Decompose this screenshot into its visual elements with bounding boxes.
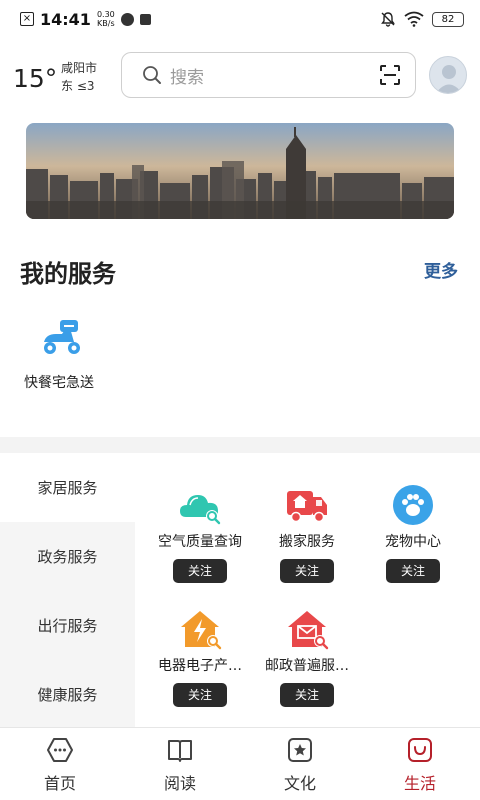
close-notification-icon: ×: [20, 12, 34, 26]
header: 15° 咸阳市 东 ≤3 搜索: [0, 48, 480, 104]
service-pet-center[interactable]: 宠物中心 关注: [358, 483, 468, 583]
search-bar[interactable]: 搜索: [121, 52, 416, 98]
life-smile-icon: [408, 738, 432, 762]
category-label: 政务服务: [37, 548, 98, 566]
category-label: 健康服务: [37, 686, 98, 704]
delivery-service-label[interactable]: 快餐宅急送: [24, 372, 94, 392]
nav-label: 首页: [43, 774, 76, 793]
category-health-services[interactable]: 健康服务: [0, 660, 135, 729]
nav-life[interactable]: 生活: [360, 736, 480, 794]
follow-button[interactable]: 关注: [386, 559, 440, 583]
book-icon: [168, 740, 192, 762]
follow-button[interactable]: 关注: [173, 559, 227, 583]
power-house-icon: [181, 611, 222, 650]
service-air-quality[interactable]: 空气质量查询 关注: [145, 483, 255, 583]
service-label: 邮政普遍服…: [265, 658, 349, 674]
avatar[interactable]: [429, 56, 467, 94]
service-label: 搬家服务: [279, 534, 335, 550]
paw-icon: [393, 485, 433, 525]
follow-button[interactable]: 关注: [280, 683, 334, 707]
bottom-navigation: 首页 阅读 文化 生活: [0, 727, 480, 800]
delivery-scooter-icon[interactable]: [40, 318, 84, 356]
city-banner[interactable]: [26, 123, 454, 219]
nav-culture[interactable]: 文化: [240, 736, 360, 794]
weather-wind[interactable]: 东 ≤3: [61, 77, 95, 94]
service-postal[interactable]: 邮政普遍服… 关注: [252, 607, 362, 707]
silent-bell-icon: [381, 12, 395, 27]
follow-button[interactable]: 关注: [173, 683, 227, 707]
nav-home[interactable]: 首页: [0, 736, 120, 794]
nav-label: 文化: [283, 774, 316, 793]
category-sidebar: 家居服务 政务服务 出行服务 健康服务: [0, 453, 135, 729]
category-label: 出行服务: [37, 617, 98, 635]
network-speed-value: 0.30: [96, 10, 115, 19]
weather-temperature[interactable]: 15°: [13, 64, 57, 93]
user-avatar-icon: [436, 65, 462, 93]
my-services-title: 我的服务: [20, 260, 116, 288]
battery-indicator: 82: [432, 11, 464, 27]
nav-label: 生活: [403, 774, 436, 793]
section-divider: [0, 437, 480, 453]
search-placeholder[interactable]: 搜索: [170, 63, 204, 88]
mail-house-icon: [288, 611, 329, 650]
cloud-search-icon: [180, 495, 221, 525]
nav-reading[interactable]: 阅读: [120, 736, 240, 794]
category-travel-services[interactable]: 出行服务: [0, 591, 135, 660]
search-icon: [143, 66, 161, 84]
network-speed-unit: KB/s: [97, 19, 115, 28]
service-moving[interactable]: 搬家服务 关注: [252, 483, 362, 583]
category-label: 家居服务: [37, 479, 98, 497]
home-hexagon-icon: [47, 738, 73, 762]
service-label: 电器电子产…: [158, 658, 242, 674]
nav-label: 阅读: [163, 774, 196, 793]
app-notification-icon: [120, 12, 134, 26]
category-government-services[interactable]: 政务服务: [0, 522, 135, 591]
service-label: 空气质量查询: [158, 534, 242, 550]
category-home-services[interactable]: 家居服务: [0, 453, 135, 522]
clock: 14:41: [40, 9, 91, 29]
wifi-icon: [404, 11, 424, 27]
star-frame-icon: [288, 738, 312, 762]
city-skyline-image: [26, 123, 454, 219]
follow-button[interactable]: 关注: [280, 559, 334, 583]
more-services-link[interactable]: 更多: [424, 257, 458, 282]
app-square-icon: [139, 13, 151, 25]
network-speed: 0.30 KB/s: [97, 10, 115, 28]
service-label: 宠物中心: [385, 534, 441, 550]
moving-truck-icon: [287, 491, 327, 523]
service-grid: 空气质量查询 关注 搬家服务 关注 宠物中心 关注 电器电子产… 关注 邮政普遍…: [135, 453, 480, 728]
status-bar: × 14:41 0.30 KB/s 82: [0, 0, 480, 38]
service-appliance-recycling[interactable]: 电器电子产… 关注: [145, 607, 255, 707]
scan-icon[interactable]: [379, 64, 401, 86]
weather-city[interactable]: 咸阳市: [61, 59, 97, 76]
